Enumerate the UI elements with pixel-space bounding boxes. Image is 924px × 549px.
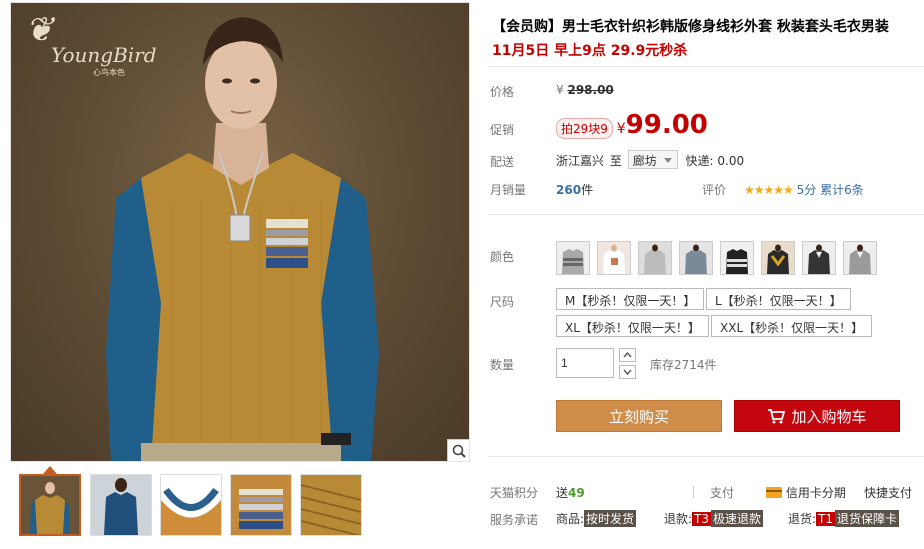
chevron-down-icon [663, 158, 672, 163]
divider [488, 214, 924, 215]
add-to-cart-label: 加入购物车 [791, 407, 867, 426]
fast-refund-badge: 极速退款 [711, 510, 764, 527]
sales-label: 月销量 [490, 183, 527, 197]
quantity-input[interactable] [556, 348, 614, 378]
service-return[interactable]: 退货: T1 退货保障卡 [788, 510, 900, 527]
add-to-cart-button[interactable]: 加入购物车 [734, 400, 900, 432]
divider [693, 486, 694, 498]
promo-price: 99.00 [625, 110, 708, 140]
rating-block[interactable]: ★★★★★ 5分 累计6条 [744, 181, 864, 198]
quantity-increase-button[interactable] [619, 348, 636, 362]
ontime-shipping-badge: 按时发货 [584, 510, 637, 527]
promo-label: 促销 [490, 123, 515, 137]
color-swatch-8[interactable] [843, 241, 877, 275]
ship-from: 浙江嘉兴 [556, 154, 605, 168]
divider [488, 66, 924, 67]
color-swatch-6[interactable] [761, 241, 795, 275]
thumbnail-5[interactable] [300, 474, 362, 536]
zoom-icon[interactable] [447, 439, 469, 461]
credit-card-icon [766, 487, 782, 498]
brand-logo: ❦ YoungBird 心鸟本色 [25, 10, 157, 77]
credit-installment[interactable]: 信用卡分期 [766, 484, 846, 501]
price-currency: ¥ [556, 83, 564, 97]
rating-label: 评价 [702, 183, 727, 197]
size-option-l[interactable]: L【秒杀！仅限一天！】 [706, 288, 851, 310]
product-title: 【会员购】男士毛衣针织衫韩版修身线衫外套 秋装套头毛衣男装 [492, 19, 889, 35]
color-swatch-1[interactable] [556, 241, 590, 275]
original-price-value: 298.00 [567, 83, 614, 97]
divider [488, 456, 924, 457]
star-rating-icon: ★★★★★ [744, 183, 794, 197]
shipping-label: 配送 [490, 155, 515, 169]
ship-to-word: 至 [609, 154, 622, 168]
review-count-link[interactable]: 累计6条 [820, 183, 864, 197]
original-price: ¥ 298.00 [556, 83, 614, 97]
sales-unit: 件 [581, 183, 594, 197]
quick-pay[interactable]: 快捷支付 [864, 484, 912, 501]
size-option-m[interactable]: M【秒杀！仅限一天！】 [556, 288, 705, 310]
product-subtitle: 11月5日 早上9点 29.9元秒杀 [492, 43, 688, 59]
sales-number: 260 [556, 183, 582, 197]
color-swatch-4[interactable] [679, 241, 713, 275]
thumbnail-4[interactable] [230, 474, 292, 536]
thumbnail-3[interactable] [160, 474, 222, 536]
return-guarantee-badge: 退货保障卡 [835, 510, 900, 527]
promo-price-row: 拍29块9 ¥99.00 [556, 110, 708, 140]
chevron-down-icon [623, 369, 632, 375]
buy-now-button[interactable]: 立刻购买 [556, 400, 722, 432]
color-swatch-3[interactable] [638, 241, 672, 275]
refund-code-badge: T3 [692, 512, 712, 526]
chevron-up-icon [623, 352, 632, 358]
shipping-fee: 快递: 0.00 [685, 154, 745, 168]
thumbnail-strip [10, 466, 470, 540]
thumbnail-1[interactable] [19, 474, 81, 536]
product-info-panel: 【会员购】男士毛衣针织衫韩版修身线衫外套 秋装套头毛衣男装 11月5日 早上9点… [488, 0, 924, 549]
points-value: 送49 [556, 486, 585, 500]
thumbnail-2[interactable] [90, 474, 152, 536]
color-swatch-5[interactable] [720, 241, 754, 275]
quantity-decrease-button[interactable] [619, 365, 636, 379]
points-label: 天猫积分 [490, 486, 539, 500]
destination-select[interactable]: 廊坊 [627, 150, 678, 169]
service-refund[interactable]: 退款: T3 极速退款 [664, 510, 764, 527]
main-product-image[interactable]: ❦ YoungBird 心鸟本色 [10, 2, 470, 462]
rating-score: 5分 [796, 183, 817, 197]
shipping-row: 浙江嘉兴 至 廊坊 快递: 0.00 [556, 150, 744, 169]
size-label: 尺码 [490, 295, 515, 309]
pay-label: 支付 [710, 486, 735, 500]
size-option-xl[interactable]: XL【秒杀！仅限一天！】 [556, 315, 709, 337]
stock-count: 库存2714件 [650, 358, 717, 372]
size-option-xxl[interactable]: XXL【秒杀！仅限一天！】 [711, 315, 873, 337]
model-illustration [106, 17, 379, 461]
color-swatch-7[interactable] [802, 241, 836, 275]
logo-subtext: 心鸟本色 [93, 68, 125, 77]
promo-currency: ¥ [616, 121, 626, 137]
color-label: 颜色 [490, 250, 515, 264]
sales-count: 260件 [556, 181, 593, 198]
color-swatch-2[interactable] [597, 241, 631, 275]
quantity-label: 数量 [490, 358, 515, 372]
service-label: 服务承诺 [490, 513, 539, 527]
active-thumb-arrow [43, 466, 57, 474]
price-label: 价格 [490, 85, 515, 99]
cart-icon [768, 409, 786, 424]
promo-badge: 拍29块9 [556, 118, 613, 139]
logo-text: YoungBird [51, 43, 157, 67]
service-goods[interactable]: 商品: 按时发货 [556, 510, 637, 527]
return-code-badge: T1 [816, 512, 836, 526]
bird-logo-icon: ❦ [25, 10, 54, 50]
